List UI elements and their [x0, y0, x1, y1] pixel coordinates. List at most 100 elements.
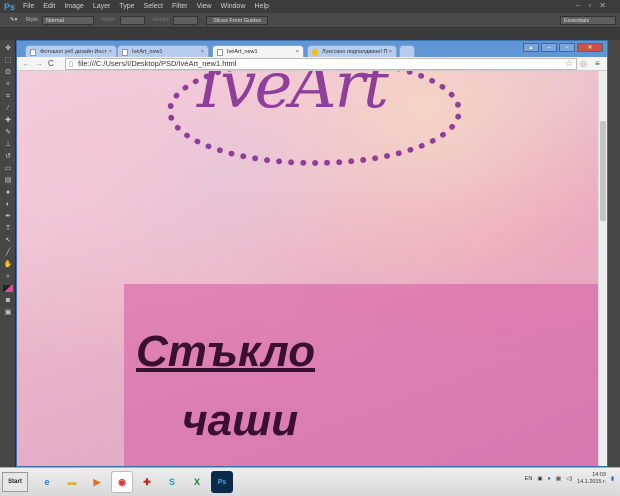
menu-layer[interactable]: Layer — [93, 3, 111, 10]
close-icon[interactable]: ✕ — [577, 43, 603, 52]
color-swatch-icon[interactable] — [3, 285, 13, 292]
maximize-icon[interactable]: ▫ — [559, 43, 575, 52]
close-tab-icon[interactable]: × — [296, 49, 299, 55]
pen-tool-icon[interactable]: ✒ — [3, 213, 13, 220]
scrollbar-thumb[interactable] — [600, 121, 606, 221]
show-desktop-icon[interactable]: ▮ — [611, 476, 614, 482]
stamp-tool-icon[interactable]: ⊥ — [3, 141, 13, 148]
page-favicon-icon — [312, 49, 318, 56]
width-label: Width: — [101, 17, 117, 23]
move-tool-icon[interactable]: ✥ — [3, 45, 13, 52]
eyedropper-icon[interactable]: ⁄ — [3, 105, 13, 112]
system-tray: EN ▣ ● ▦ ◁) 14:03 14.1.2015 г. ▮ — [525, 472, 614, 486]
page-icon — [217, 49, 223, 56]
help-icon[interactable]: ● — [548, 476, 551, 482]
tab-strip: Фотошоп уеб дизайн Инст × IvéArt_new1 × Iv… — [17, 44, 607, 58]
path-select-icon[interactable]: ↖ — [3, 237, 13, 244]
window-controls[interactable]: –▫✕ — [576, 1, 614, 10]
menu-select[interactable]: Select — [144, 3, 163, 10]
options-bar: ✎▾ Style: Normal Width: Height: Slices F… — [0, 13, 620, 28]
width-input[interactable] — [119, 15, 145, 25]
chrome-icon[interactable]: ◉ — [111, 471, 133, 493]
clock-time[interactable]: 14:03 — [592, 472, 606, 478]
panel-row — [0, 28, 620, 40]
language-flag-icon[interactable]: ✚ — [136, 471, 158, 493]
crop-tool-icon[interactable]: ⌗ — [3, 93, 13, 100]
chrome-window: Фотошоп уеб дизайн Инст × IvéArt_new1 × Iv… — [16, 40, 608, 467]
brush-tool-icon[interactable]: ✎ — [3, 129, 13, 136]
photoshop-logo: Ps — [4, 1, 16, 12]
history-brush-icon[interactable]: ↺ — [3, 153, 13, 160]
start-button[interactable]: Start — [2, 472, 28, 492]
clock-date[interactable]: 14.1.2015 г. — [577, 479, 606, 485]
tab-label: IvéArt_new1 — [227, 49, 258, 55]
menu-view[interactable]: View — [197, 3, 212, 10]
menu-edit[interactable]: Edit — [43, 3, 55, 10]
browser-window-controls: ▴ – ▫ ✕ — [523, 43, 603, 52]
bookmark-star-icon[interactable]: ☆ — [565, 58, 573, 68]
media-player-icon[interactable]: ▶ — [86, 471, 108, 493]
url-text: file:///C:/Users/I/Desktop/PSD/IvéArt_ne… — [78, 59, 237, 68]
style-label: Style: — [25, 17, 40, 23]
quick-mask-icon[interactable]: ◙ — [3, 297, 13, 304]
slices-from-guides-button[interactable]: Slices From Guides — [206, 15, 269, 25]
excel-icon[interactable]: X — [186, 471, 208, 493]
language-indicator[interactable]: EN — [525, 476, 533, 482]
blur-icon[interactable]: ● — [3, 189, 13, 196]
menu-window[interactable]: Window — [221, 3, 246, 10]
menu-image[interactable]: Image — [64, 3, 83, 10]
tools-panel: ✥ ⬚ ʘ ✧ ⌗ ⁄ ✚ ✎ ⊥ ↺ ▭ ▤ ● ◐ ✒ T ↖ ╱ ✋ ⌕ … — [0, 40, 16, 467]
gradient-icon[interactable]: ▤ — [3, 177, 13, 184]
healing-brush-icon[interactable]: ✚ — [3, 117, 13, 124]
menu-type[interactable]: Type — [119, 3, 134, 10]
height-label: Height: — [152, 17, 171, 23]
line-tool-icon[interactable]: ╱ — [3, 249, 13, 256]
skype-icon[interactable]: S — [161, 471, 183, 493]
keyboard-icon[interactable]: ▣ — [537, 476, 542, 482]
close-tab-icon[interactable]: × — [201, 49, 204, 55]
category-box[interactable]: Стъкло чаши — [124, 284, 598, 466]
close-tab-icon[interactable]: × — [109, 49, 112, 55]
category-heading-cups: чаши — [182, 396, 299, 445]
close-tab-icon[interactable]: × — [389, 49, 392, 55]
eraser-icon[interactable]: ▭ — [3, 165, 13, 172]
dodge-icon[interactable]: ◐ — [3, 201, 13, 208]
internet-explorer-icon[interactable]: e — [36, 471, 58, 493]
back-icon[interactable]: ← — [22, 59, 30, 68]
vertical-scrollbar[interactable] — [598, 71, 607, 466]
screen-mode-icon[interactable]: ▣ — [3, 309, 13, 316]
file-explorer-icon[interactable]: ▬ — [61, 471, 83, 493]
menu-filter[interactable]: Filter — [172, 3, 188, 10]
forward-icon[interactable]: → — [35, 59, 43, 68]
menu-help[interactable]: Help — [255, 3, 269, 10]
category-heading-glass[interactable]: Стъкло — [136, 327, 315, 377]
slice-tool-icon[interactable]: ✎▾ — [10, 17, 17, 23]
reload-icon[interactable]: C — [48, 59, 54, 68]
style-select[interactable]: Normal — [42, 15, 95, 25]
page-favicon-icon — [30, 49, 36, 56]
tab-label: IvéArt_new1 — [132, 49, 163, 55]
marquee-tool-icon[interactable]: ⬚ — [3, 57, 13, 64]
lasso-tool-icon[interactable]: ʘ — [3, 69, 13, 76]
height-input[interactable] — [173, 15, 199, 25]
zoom-tool-icon[interactable]: ⌕ — [3, 273, 13, 280]
magic-wand-icon[interactable]: ✧ — [3, 81, 13, 88]
minimize-icon[interactable]: – — [541, 43, 557, 52]
workspace-select[interactable]: Essentials — [560, 15, 616, 25]
tab-label: Фотошоп уеб дизайн Инст — [40, 49, 107, 55]
right-panel-strip — [608, 40, 620, 467]
volume-icon[interactable]: ◁) — [566, 476, 572, 482]
logo-text: IvéArt — [197, 71, 389, 123]
photoshop-taskbar-icon[interactable]: Ps — [211, 471, 233, 493]
menu-icon[interactable]: ≡ — [595, 59, 600, 68]
photoshop-menubar: Ps File Edit Image Layer Type Select Fil… — [0, 0, 620, 13]
type-tool-icon[interactable]: T — [3, 225, 13, 232]
network-icon[interactable]: ▦ — [556, 476, 561, 482]
address-bar[interactable]: ▯ file:///C:/Users/I/Desktop/PSD/IvéArt_… — [65, 58, 577, 70]
toolbar: ← → C ▯ file:///C:/Users/I/Desktop/PSD/I… — [17, 57, 607, 71]
menu-file[interactable]: File — [23, 3, 34, 10]
tab-label: Луксозно подпалдване! П — [322, 49, 388, 55]
hand-tool-icon[interactable]: ✋ — [3, 261, 13, 268]
extension-icon[interactable]: ◎ — [580, 59, 587, 68]
user-icon[interactable]: ▴ — [523, 43, 539, 52]
